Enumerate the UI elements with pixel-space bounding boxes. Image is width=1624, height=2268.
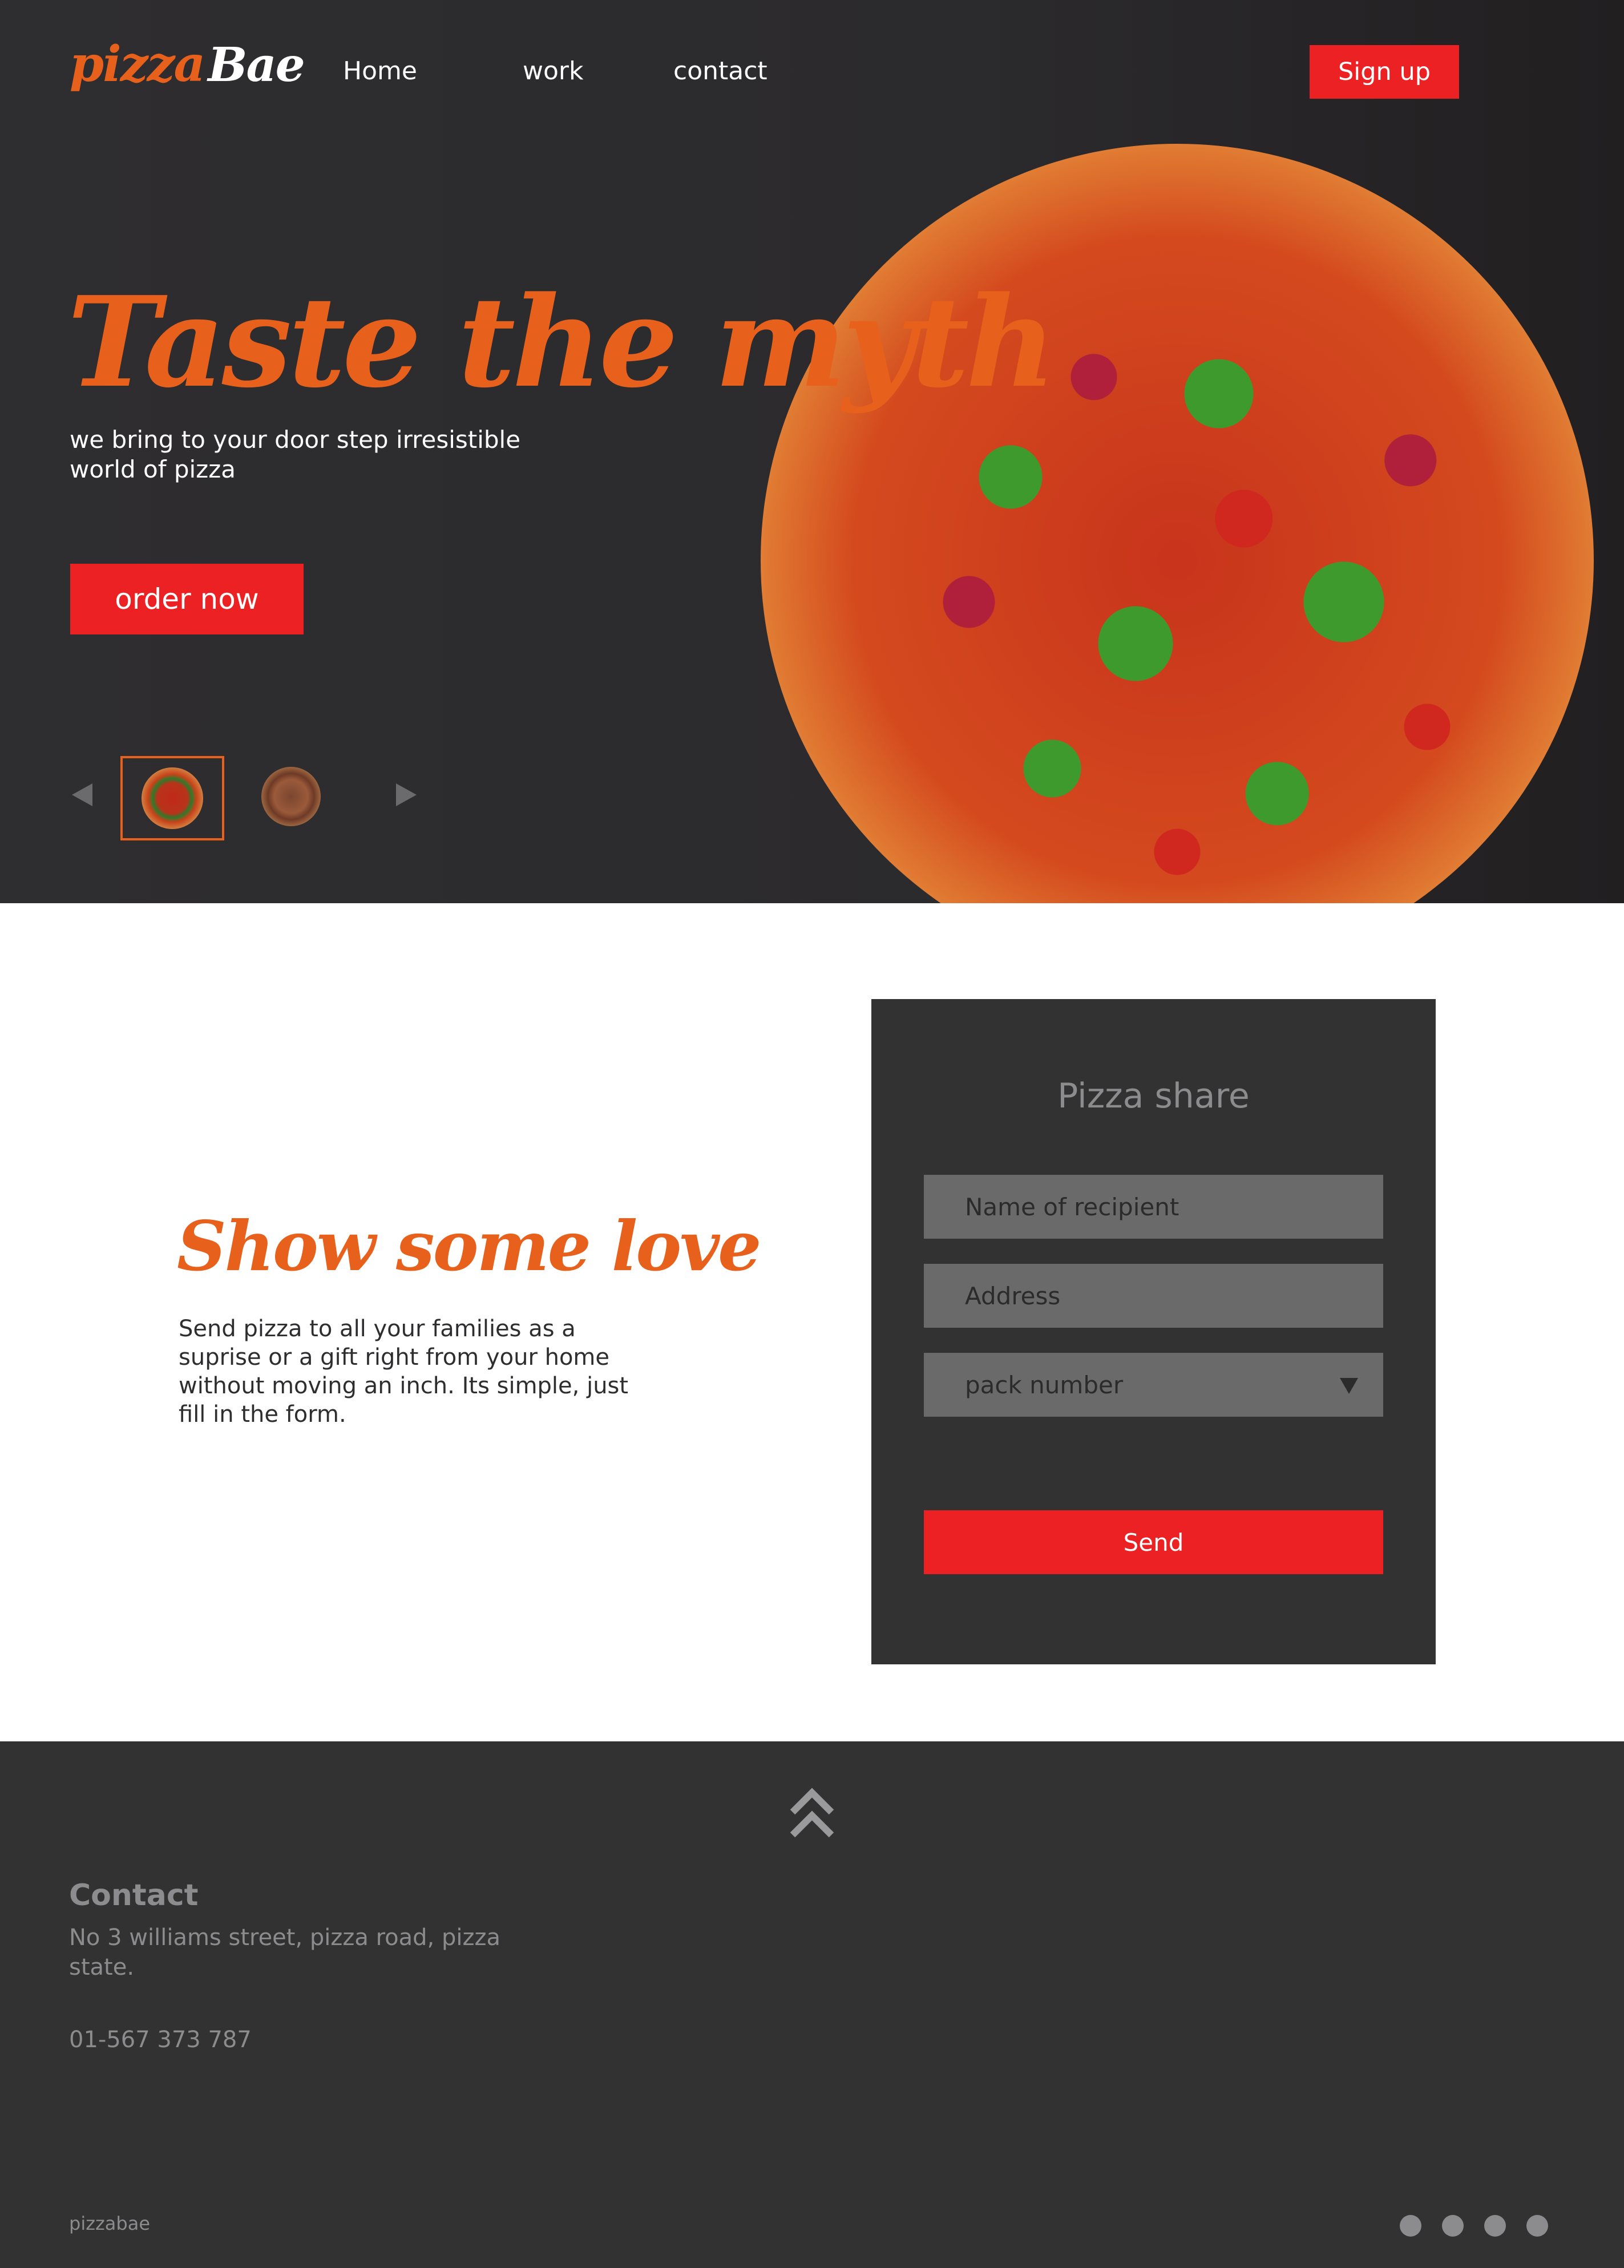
chevron-right-icon[interactable] — [396, 783, 417, 806]
nav-work-link[interactable]: work — [523, 54, 583, 88]
address-input[interactable] — [924, 1264, 1383, 1328]
footer: Contact No 3 williams street, pizza road… — [0, 1741, 1624, 2268]
hero-pizza-image — [761, 144, 1594, 903]
order-now-button[interactable]: order now — [70, 564, 304, 634]
page-dot[interactable] — [1400, 2215, 1421, 2237]
form-title: Pizza share — [1057, 1076, 1250, 1116]
chevron-double-up-icon[interactable] — [788, 1786, 836, 1841]
carousel-thumbnail[interactable] — [261, 767, 321, 826]
recipient-name-input[interactable] — [924, 1175, 1383, 1239]
contact-heading: Contact — [69, 1878, 199, 1913]
hero-tagline: we bring to your door step irresistible … — [70, 426, 521, 483]
pack-number-placeholder: pack number — [965, 1370, 1124, 1399]
dropdown-arrow-icon — [1340, 1378, 1358, 1394]
logo[interactable]: pizza Bae — [70, 35, 305, 98]
contact-phone: 01-567 373 787 — [69, 2027, 252, 2053]
footer-brand: pizzabae — [69, 2213, 151, 2234]
page-dots — [1400, 2215, 1548, 2237]
hero-section: pizza Bae Home work contact Sign up Tast… — [0, 0, 1624, 903]
logo-text-bae: Bae — [208, 38, 305, 92]
carousel-thumbnail-active[interactable] — [120, 756, 224, 840]
nav-contact-link[interactable]: contact — [673, 54, 767, 88]
hero-headline: Taste the myth — [67, 269, 1056, 415]
page-dot[interactable] — [1484, 2215, 1506, 2237]
nav-home-link[interactable]: Home — [343, 54, 417, 88]
page-dot[interactable] — [1526, 2215, 1548, 2237]
logo-text-pizza: pizza — [70, 35, 205, 93]
love-section-title: Show some love — [177, 1206, 761, 1287]
love-section-text: Send pizza to all your families as a sup… — [179, 1316, 629, 1428]
send-button[interactable]: Send — [924, 1510, 1383, 1574]
chevron-left-icon[interactable] — [72, 783, 92, 806]
pizza-share-form: Pizza share pack number Send — [871, 999, 1436, 1664]
signup-button[interactable]: Sign up — [1310, 45, 1459, 99]
pizza-thumbnail-image — [142, 767, 203, 829]
page-dot[interactable] — [1442, 2215, 1464, 2237]
contact-address: No 3 williams street, pizza road, pizza … — [69, 1925, 500, 1980]
pack-number-select[interactable]: pack number — [924, 1353, 1383, 1417]
